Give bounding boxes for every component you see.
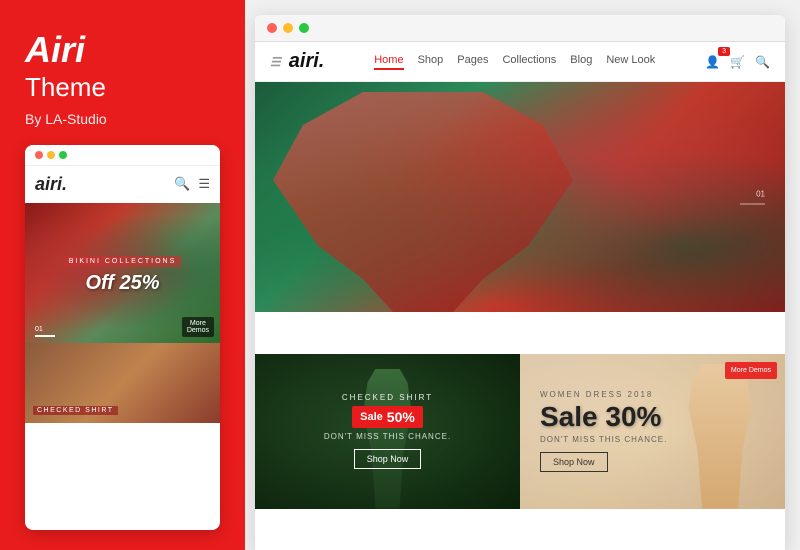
nav-link-shop[interactable]: Shop (418, 54, 444, 70)
mobile-dots (35, 151, 67, 159)
nav-link-new-look[interactable]: New Look (606, 54, 655, 70)
sale-label-left: Sale (360, 411, 383, 423)
sidebar-subtitle: Theme (25, 72, 220, 103)
browser-dot-red (267, 23, 277, 33)
product-card-left: CHECKED SHIRT Sale 50% DON'T MISS THIS C… (255, 354, 520, 509)
nav-link-pages[interactable]: Pages (457, 54, 488, 70)
nav-cart-icon[interactable]: 🛒 (730, 55, 745, 69)
nav-user-icon[interactable]: 👤 (705, 55, 720, 69)
product-tag-right: Women Dress 2018 (540, 390, 653, 399)
desktop-nav-right: 3 👤 🛒 🔍 (705, 55, 770, 69)
mobile-hero: BIKINI COLLECTIONS Off 25% 01 MoreDemos (25, 203, 220, 343)
desktop-content: 01 CHECKED SHIRT Sale 50% (255, 82, 785, 550)
nav-badge: 3 (718, 47, 730, 56)
mobile-preview-header (25, 145, 220, 166)
mobile-dot-green (59, 151, 67, 159)
mobile-search-icon: 🔍 (174, 176, 190, 192)
sale-badge-inner: Sale 50% (352, 406, 423, 428)
mobile-nav-indicator: 01 (35, 326, 55, 337)
hero-section: 01 (255, 82, 785, 312)
sidebar: Airi Theme By LA-Studio airi. 🔍 ☰ BIKINI… (0, 0, 245, 550)
mobile-page-num: 01 (35, 326, 55, 333)
product-card-content-left: CHECKED SHIRT Sale 50% DON'T MISS THIS C… (255, 354, 520, 509)
nav-link-home[interactable]: Home (374, 54, 403, 70)
mobile-nav-line (35, 335, 55, 337)
shop-now-btn-left[interactable]: Shop Now (354, 449, 422, 469)
browser-dot-yellow (283, 23, 293, 33)
sidebar-author: By LA-Studio (25, 111, 220, 127)
nav-search-icon[interactable]: 🔍 (755, 55, 770, 69)
desktop-nav: ☰ airi. Home Shop Pages Collections Blog… (255, 42, 785, 82)
desktop-logo-menu-icon: ☰ (270, 55, 281, 69)
mobile-hero-title: Off 25% (64, 272, 182, 295)
mobile-nav-icons: 🔍 ☰ (174, 176, 210, 192)
sale-percent-left: 50% (387, 409, 415, 425)
hero-pagination: 01 (740, 190, 765, 205)
nav-link-collections[interactable]: Collections (502, 54, 556, 70)
sale-badge-left: Sale 50% (352, 406, 423, 428)
product-tag-left: CHECKED SHIRT (342, 393, 433, 402)
desktop-logo: ☰ airi. (270, 50, 324, 73)
mobile-menu-icon: ☰ (198, 176, 210, 192)
shop-now-btn-right[interactable]: Shop Now (540, 452, 608, 472)
main-area: ☰ airi. Home Shop Pages Collections Blog… (245, 0, 800, 550)
mobile-dot-yellow (47, 151, 55, 159)
more-demos-badge: More Demos (725, 362, 777, 379)
nav-link-blog[interactable]: Blog (570, 54, 592, 70)
dont-miss-left: DON'T MISS THIS CHANCE. (324, 432, 451, 441)
dont-miss-right: DON'T MISS THIS CHANCE. (540, 435, 667, 444)
desktop-preview: ☰ airi. Home Shop Pages Collections Blog… (255, 15, 785, 550)
mobile-logo: airi. (35, 174, 67, 195)
mobile-collection-label: BIKINI COLLECTIONS (64, 256, 182, 267)
mobile-dot-red (35, 151, 43, 159)
sale-large-right: Sale 30% (540, 403, 661, 431)
mobile-bottom: CHECKED SHIRT (25, 343, 220, 423)
sidebar-title: Airi (25, 30, 220, 70)
mobile-checked-label: CHECKED SHIRT (33, 406, 118, 415)
mobile-more-demos: MoreDemos (182, 317, 214, 337)
product-card-right: More Demos Women Dress 2018 Sale 30% DON… (520, 354, 785, 509)
bottom-grid: CHECKED SHIRT Sale 50% DON'T MISS THIS C… (255, 354, 785, 550)
desktop-browser-bar (255, 15, 785, 42)
mobile-nav: airi. 🔍 ☰ (25, 166, 220, 203)
mobile-preview: airi. 🔍 ☰ BIKINI COLLECTIONS Off 25% 01 … (25, 145, 220, 530)
browser-dot-green (299, 23, 309, 33)
hero-page-line (740, 204, 765, 205)
desktop-nav-links: Home Shop Pages Collections Blog New Loo… (374, 54, 655, 70)
hero-page-num: 01 (756, 190, 765, 199)
desktop-logo-text: airi. (289, 50, 325, 73)
mobile-hero-content: BIKINI COLLECTIONS Off 25% (64, 250, 182, 295)
